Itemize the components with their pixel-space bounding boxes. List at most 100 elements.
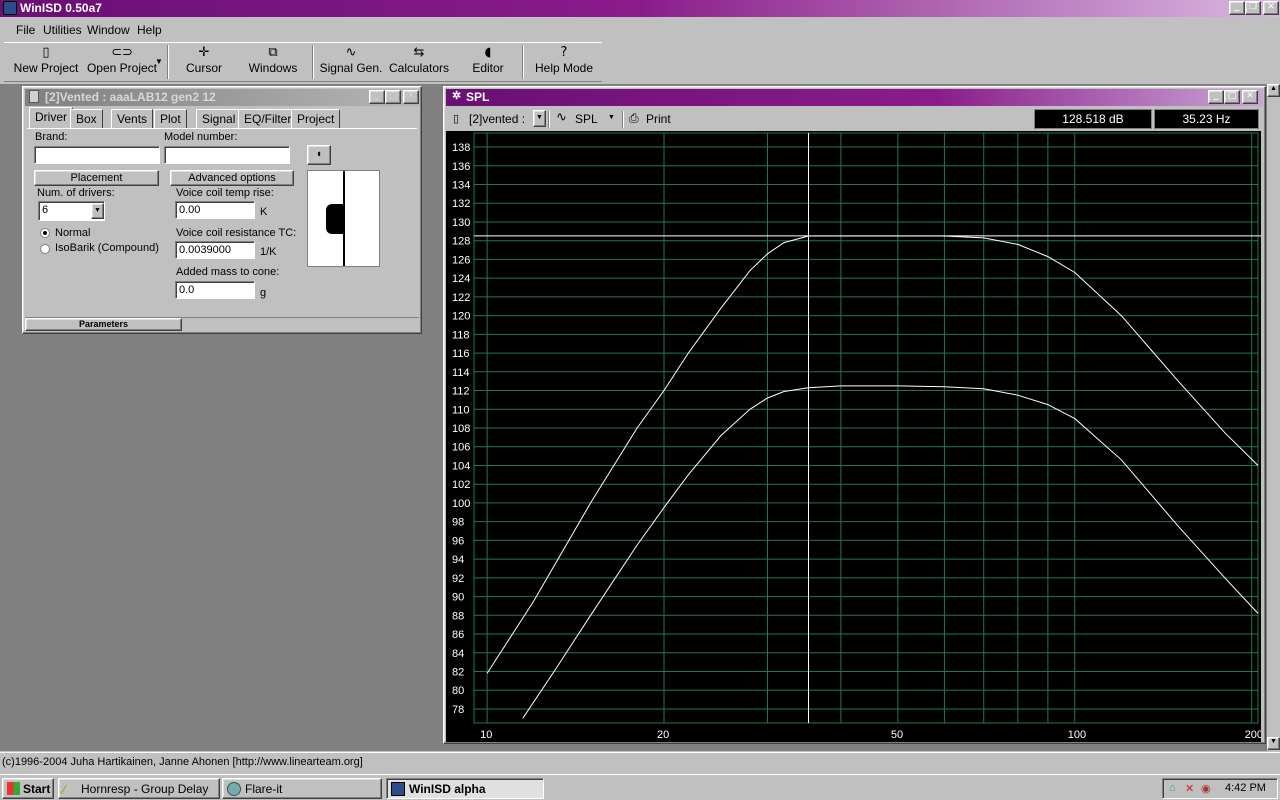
plot-type-value: SPL [575, 112, 598, 126]
driver-editor-button[interactable]: ◖ [307, 145, 331, 165]
dropdown-arrow-icon[interactable]: ▼ [155, 57, 163, 66]
print-button[interactable]: ⎙ Print [629, 109, 677, 129]
menu-window[interactable]: Window [87, 23, 130, 37]
tab-plot[interactable]: Plot [154, 109, 187, 129]
parameters-bar: Parameters [25, 317, 419, 331]
y-tick-label: 136 [452, 161, 470, 173]
disconnected-icon[interactable]: ✕ [1185, 782, 1194, 795]
radio-normal[interactable] [40, 228, 50, 238]
open-folder-icon: ⊂⊃ [111, 45, 133, 60]
chevron-down-icon[interactable]: ▼ [533, 110, 546, 127]
driver-window-title-bar[interactable]: [2]Vented : aaaLAB12 gen2 12 _ □ ✕ [25, 89, 419, 106]
open-project-button[interactable]: ⊂⊃ Open Project ▼ [81, 43, 163, 81]
scroll-down-icon[interactable]: ▼ [1267, 737, 1280, 750]
help-mode-label: Help Mode [534, 61, 594, 75]
volume-icon[interactable]: ◉ [1201, 782, 1211, 795]
tab-driver[interactable]: Driver [29, 107, 73, 129]
print-label: Print [646, 112, 671, 126]
cursor-button[interactable]: ✛ Cursor [174, 43, 234, 81]
spl-window: ✲ SPL _ □ ✕ ▯ [2]vented : ▼ ∿ SPL ▼ ⎙ Pr… [443, 86, 1266, 744]
toolbar-separator [167, 45, 169, 79]
brand-label: Brand: [35, 131, 68, 143]
spl-plot-area[interactable]: 78 80 82 84 86 88 90 92 94 96 98 100 102 104 106 108 110… [446, 131, 1263, 742]
minimize-button[interactable]: _ [369, 90, 385, 104]
windows-button[interactable]: ⧉ Windows [242, 43, 304, 81]
y-tick-label: 104 [452, 460, 470, 472]
tab-signal[interactable]: Signal [196, 109, 242, 129]
close-button[interactable]: ✕ [1242, 90, 1258, 104]
x-tick-label: 200 [1245, 729, 1261, 741]
chevron-down-icon[interactable]: ▼ [91, 203, 104, 219]
tab-eq-filter[interactable]: EQ/Filter [238, 109, 298, 129]
y-tick-label: 138 [452, 142, 470, 154]
network-icon[interactable]: ⌂ [1169, 782, 1176, 794]
added-mass-label: Added mass to cone: [176, 266, 280, 278]
close-button[interactable]: ✕ [1263, 1, 1279, 15]
menu-help[interactable]: Help [137, 23, 162, 37]
y-tick-label: 96 [452, 535, 464, 547]
tab-project[interactable]: Project [291, 109, 341, 129]
status-bar: (c)1996-2004 Juha Hartikainen, Janne Aho… [0, 752, 1280, 772]
editor-button[interactable]: ◖ Editor [462, 43, 514, 81]
plot-type-select[interactable]: ∿ SPL ▼ [556, 109, 621, 129]
driver-window-title: [2]Vented : aaaLAB12 gen2 12 [45, 90, 216, 104]
editor-label: Editor [472, 61, 504, 75]
vc-tc-input[interactable]: 0.0039000 [175, 241, 255, 259]
y-tick-label: 88 [452, 610, 464, 622]
restore-button[interactable]: ❐ [1245, 1, 1261, 15]
minimize-button[interactable]: _ [1208, 90, 1224, 104]
placement-button[interactable]: Placement [34, 170, 159, 186]
spl-curve-1 [486, 235, 1259, 674]
spl-window-title-bar[interactable]: ✲ SPL _ □ ✕ [446, 89, 1263, 106]
menu-utilities[interactable]: Utilities [43, 23, 82, 37]
winisd-app-icon [391, 782, 405, 796]
maximize-button[interactable]: □ [1224, 90, 1240, 104]
new-project-label: New Project [13, 61, 79, 75]
start-button[interactable]: Start [2, 778, 54, 799]
task-hornresp[interactable]: ⁄ Hornresp - Group Delay [58, 778, 220, 799]
speaker-icon: ▯ [453, 113, 460, 125]
task-winisd[interactable]: WinISD alpha [386, 778, 544, 799]
toolbar-separator [548, 111, 550, 128]
app-title-bar: WinISD 0.50a7 _ ❐ ✕ [0, 0, 1280, 17]
parameters-tab[interactable]: Parameters [25, 318, 182, 331]
new-project-button[interactable]: ▯ New Project [12, 43, 80, 81]
y-tick-label: 84 [452, 648, 464, 660]
advanced-options-button[interactable]: Advanced options [170, 170, 294, 186]
scroll-up-icon[interactable]: ▲ [1267, 84, 1280, 97]
task-flare-it[interactable]: Flare-it [222, 778, 382, 799]
num-drivers-select[interactable]: 6 ▼ [38, 201, 105, 221]
y-tick-label: 94 [452, 554, 464, 566]
tab-box[interactable]: Box [70, 109, 103, 129]
brand-input[interactable] [34, 146, 160, 164]
added-mass-input[interactable]: 0.0 [175, 281, 255, 299]
workspace-scrollbar[interactable]: ▲ ▼ [1266, 84, 1280, 751]
y-tick-label: 130 [452, 217, 470, 229]
taskbar: Start ⁄ Hornresp - Group Delay Flare-it … [0, 774, 1280, 800]
vc-temp-input[interactable]: 0.00 [175, 201, 255, 219]
radio-dot [43, 231, 47, 235]
y-tick-label: 102 [452, 479, 470, 491]
tab-vents[interactable]: Vents [111, 109, 154, 129]
help-mode-button[interactable]: ? Help Mode [530, 43, 598, 81]
menu-file[interactable]: File [16, 23, 35, 37]
radio-normal-label: Normal [55, 227, 91, 239]
vc-temp-unit: K [260, 206, 268, 218]
winisd-app-icon[interactable] [3, 1, 17, 15]
project-select[interactable]: ▯ [2]vented : ▼ [449, 109, 546, 129]
y-tick-label: 78 [452, 704, 464, 716]
signal-gen-button[interactable]: ∿ Signal Gen. [318, 43, 384, 81]
cursor-hz-readout: 35.23 Hz [1154, 109, 1259, 129]
y-tick-label: 114 [452, 367, 470, 379]
chevron-down-icon[interactable]: ▼ [608, 114, 615, 121]
spl-chart[interactable]: 78 80 82 84 86 88 90 92 94 96 98 100 102 104 106 108 110… [446, 131, 1263, 742]
maximize-button[interactable]: □ [385, 90, 401, 104]
calculators-button[interactable]: ⇆ Calculators [388, 43, 450, 81]
model-number-input[interactable] [164, 146, 290, 164]
driver-window: [2]Vented : aaaLAB12 gen2 12 _ □ ✕ Drive… [22, 86, 422, 334]
radio-isobarik[interactable] [40, 244, 50, 254]
minimize-button[interactable]: _ [1229, 1, 1245, 15]
y-tick-label: 110 [452, 404, 470, 416]
vc-tc-unit: 1/K [260, 246, 277, 258]
close-button[interactable]: ✕ [403, 90, 419, 104]
